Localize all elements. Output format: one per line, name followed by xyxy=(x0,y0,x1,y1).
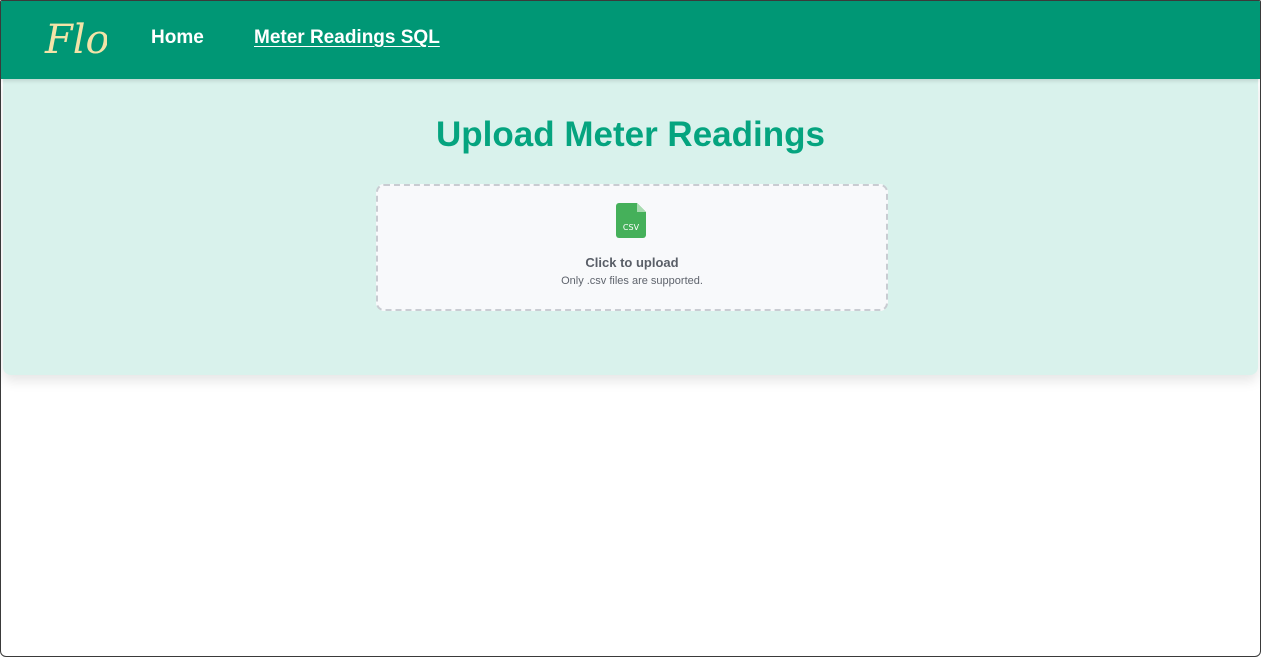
page-title: Upload Meter Readings xyxy=(436,115,825,154)
nav-link-home[interactable]: Home xyxy=(151,27,204,49)
nav-link-meter-readings-sql[interactable]: Meter Readings SQL xyxy=(254,27,440,49)
browser-window: Flo Home Meter Readings SQL Upload Meter… xyxy=(0,0,1261,657)
svg-text:Flo: Flo xyxy=(44,17,107,63)
upload-panel: Upload Meter Readings CSV Click to uploa… xyxy=(3,79,1258,375)
csv-file-icon: CSV xyxy=(616,203,646,238)
top-navbar: Flo Home Meter Readings SQL xyxy=(1,1,1260,79)
svg-text:CSV: CSV xyxy=(623,223,640,232)
upload-hint: Only .csv files are supported. xyxy=(561,275,703,287)
csv-upload-dropzone[interactable]: CSV Click to upload Only .csv files are … xyxy=(376,184,888,311)
upload-label: Click to upload xyxy=(585,255,679,270)
flo-logo[interactable]: Flo xyxy=(43,11,107,63)
